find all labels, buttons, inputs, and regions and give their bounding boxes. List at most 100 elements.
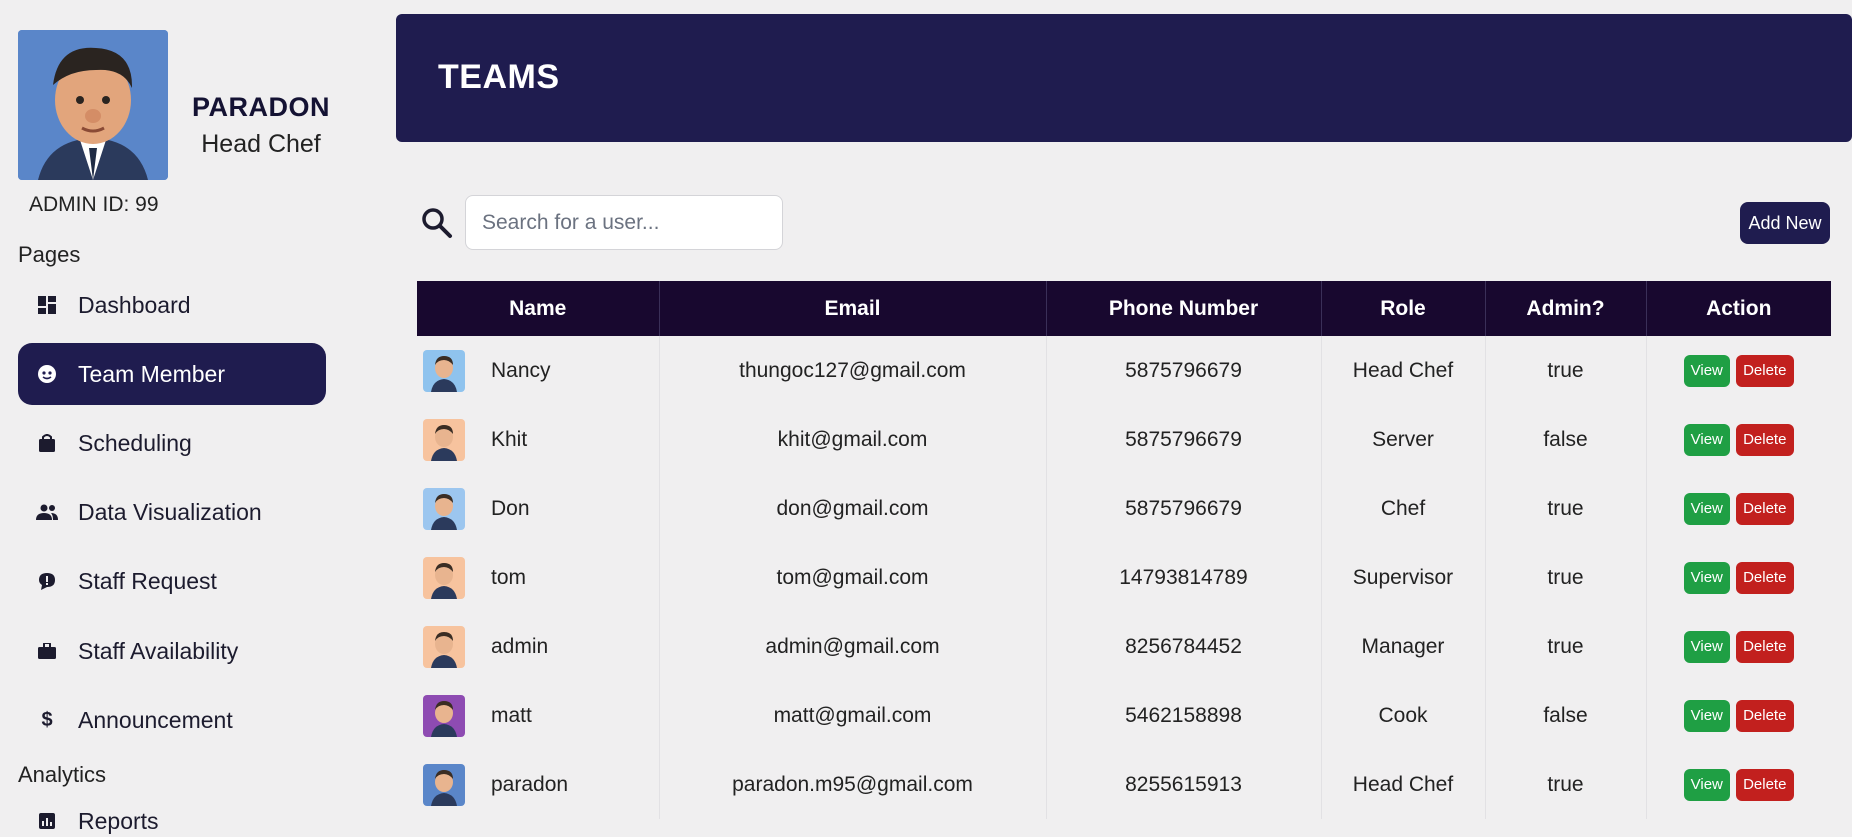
cell-name: paradon xyxy=(417,750,660,819)
sidebar-item-scheduling[interactable]: Scheduling xyxy=(18,412,326,474)
sidebar-item-label: Scheduling xyxy=(78,429,192,456)
cell-phone: 5462158898 xyxy=(1046,681,1322,750)
admin-id: ADMIN ID: 99 xyxy=(29,193,159,216)
sidebar-item-team-member[interactable]: Team Member xyxy=(18,343,326,405)
cell-role: Server xyxy=(1321,405,1486,474)
table-row: paradon paradon.m95@gmail.com 8255615913 He… xyxy=(417,750,1831,819)
cell-action: View Delete xyxy=(1646,405,1831,474)
cell-name: matt xyxy=(417,681,660,750)
delete-button[interactable]: Delete xyxy=(1735,630,1794,663)
dashboard-icon xyxy=(34,292,60,318)
sidebar-item-label: Reports xyxy=(78,807,159,834)
cell-name: admin xyxy=(417,612,660,681)
page-title: TEAMS xyxy=(438,58,560,96)
avatar xyxy=(423,418,465,461)
delete-button[interactable]: Delete xyxy=(1735,492,1794,525)
search-icon[interactable] xyxy=(420,206,454,240)
user-name: matt xyxy=(491,703,532,727)
sidebar-item-staff-availability[interactable]: Staff Availability xyxy=(18,620,326,682)
cell-email: admin@gmail.com xyxy=(659,612,1047,681)
cell-name: Nancy xyxy=(417,336,660,405)
delete-button[interactable]: Delete xyxy=(1735,561,1794,594)
table-header-row: Name Email Phone Number Role Admin? Acti… xyxy=(417,281,1831,336)
delete-button[interactable]: Delete xyxy=(1735,354,1794,387)
sidebar-item-label: Data Visualization xyxy=(78,498,262,525)
view-button[interactable]: View xyxy=(1683,561,1730,594)
sidebar-item-label: Announcement xyxy=(78,706,233,733)
sidebar-item-data-visualization[interactable]: Data Visualization xyxy=(18,481,326,543)
sidebar-item-staff-request[interactable]: Staff Request xyxy=(18,550,326,612)
user-name: tom xyxy=(491,565,527,589)
view-button[interactable]: View xyxy=(1683,354,1730,387)
cell-phone: 14793814789 xyxy=(1046,543,1322,612)
sidebar-item-announcement[interactable]: $ Announcement xyxy=(18,689,326,751)
view-button[interactable]: View xyxy=(1683,423,1730,456)
cell-action: View Delete xyxy=(1646,543,1831,612)
table-row: Nancy thungoc127@gmail.com 5875796679 Head … xyxy=(417,336,1831,405)
table-row: Don don@gmail.com 5875796679 Chef true View De… xyxy=(417,474,1831,543)
delete-button[interactable]: Delete xyxy=(1735,423,1794,456)
chart-icon xyxy=(34,808,60,834)
cell-action: View Delete xyxy=(1646,750,1831,819)
sidebar-item-label: Team Member xyxy=(78,360,225,387)
cell-admin: false xyxy=(1485,681,1647,750)
cell-email: thungoc127@gmail.com xyxy=(659,336,1047,405)
avatar xyxy=(423,487,465,530)
cell-name: Khit xyxy=(417,405,660,474)
search-input[interactable] xyxy=(465,195,783,250)
cell-action: View Delete xyxy=(1646,612,1831,681)
page-header: TEAMS xyxy=(396,14,1852,142)
cell-email: khit@gmail.com xyxy=(659,405,1047,474)
briefcase-icon xyxy=(34,638,60,664)
cell-phone: 5875796679 xyxy=(1046,405,1322,474)
face-icon xyxy=(34,361,60,387)
view-button[interactable]: View xyxy=(1683,630,1730,663)
table-row: admin admin@gmail.com 8256784452 Manager tru… xyxy=(417,612,1831,681)
pages-section-title: Pages xyxy=(18,242,81,267)
sidebar-item-label: Dashboard xyxy=(78,291,191,318)
table-row: matt matt@gmail.com 5462158898 Cook false Vie… xyxy=(417,681,1831,750)
cell-role: Head Chef xyxy=(1321,336,1486,405)
cell-name: Don xyxy=(417,474,660,543)
profile-name: PARADON xyxy=(192,92,330,122)
avatar xyxy=(423,763,465,806)
avatar xyxy=(423,349,465,392)
cell-email: paradon.m95@gmail.com xyxy=(659,750,1047,819)
cell-name: tom xyxy=(417,543,660,612)
view-button[interactable]: View xyxy=(1683,768,1730,801)
cell-action: View Delete xyxy=(1646,336,1831,405)
analytics-section-title: Analytics xyxy=(18,762,107,787)
cell-admin: true xyxy=(1485,750,1647,819)
cell-phone: 8255615913 xyxy=(1046,750,1322,819)
avatar xyxy=(423,694,465,737)
user-name: Don xyxy=(491,496,530,520)
add-new-button[interactable]: Add New xyxy=(1740,202,1830,244)
cell-admin: false xyxy=(1485,405,1647,474)
sidebar-item-reports[interactable]: Reports xyxy=(18,790,326,837)
column-header-email[interactable]: Email xyxy=(659,281,1047,336)
table-row: tom tom@gmail.com 14793814789 Supervisor tru… xyxy=(417,543,1831,612)
cell-action: View Delete xyxy=(1646,681,1831,750)
view-button[interactable]: View xyxy=(1683,699,1730,732)
view-button[interactable]: View xyxy=(1683,492,1730,525)
cell-role: Chef xyxy=(1321,474,1486,543)
cell-role: Head Chef xyxy=(1321,750,1486,819)
column-header-role[interactable]: Role xyxy=(1321,281,1486,336)
teams-table: Name Email Phone Number Role Admin? Acti… xyxy=(417,281,1831,819)
column-header-name[interactable]: Name xyxy=(417,281,660,336)
column-header-action: Action xyxy=(1646,281,1831,336)
cell-action: View Delete xyxy=(1646,474,1831,543)
delete-button[interactable]: Delete xyxy=(1735,699,1794,732)
profile-role: Head Chef xyxy=(201,130,321,158)
user-name: Nancy xyxy=(491,358,551,382)
user-name: Khit xyxy=(491,427,528,451)
cell-phone: 8256784452 xyxy=(1046,612,1322,681)
sidebar: PARADON Head Chef ADMIN ID: 99 Pages Das… xyxy=(0,0,369,837)
cell-role: Manager xyxy=(1321,612,1486,681)
column-header-admin[interactable]: Admin? xyxy=(1485,281,1647,336)
sidebar-item-dashboard[interactable]: Dashboard xyxy=(18,274,326,336)
cell-admin: true xyxy=(1485,336,1647,405)
avatar xyxy=(423,556,465,599)
column-header-phone[interactable]: Phone Number xyxy=(1046,281,1322,336)
delete-button[interactable]: Delete xyxy=(1735,768,1794,801)
